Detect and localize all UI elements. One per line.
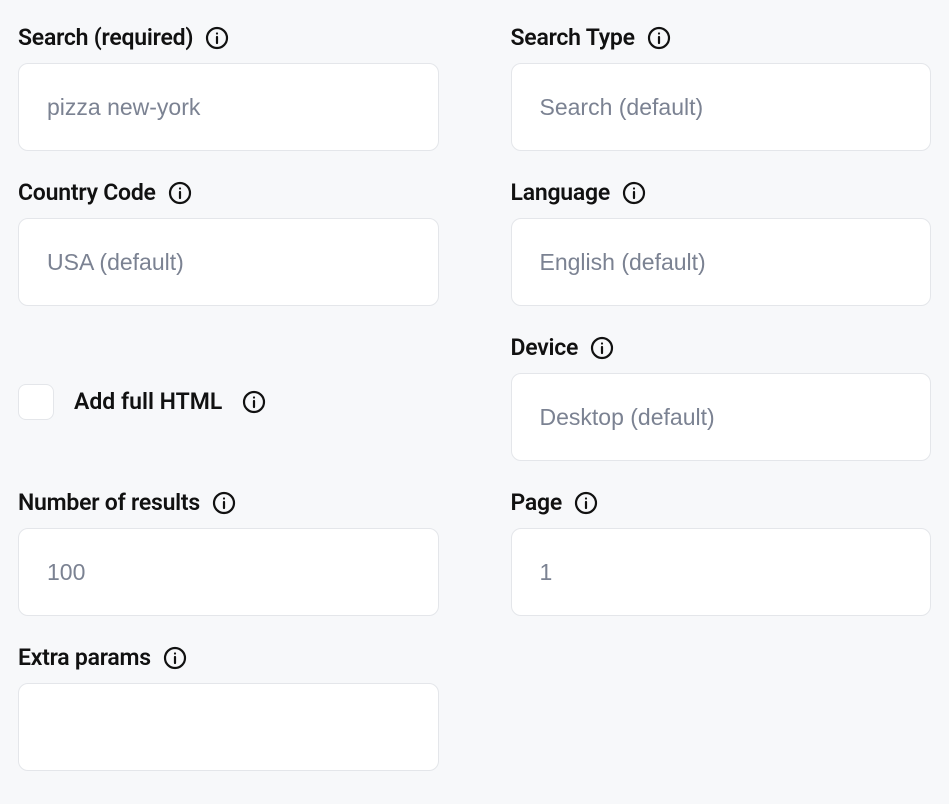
language-field: Language: [511, 179, 932, 306]
info-icon[interactable]: [205, 26, 229, 50]
device-field: Device: [511, 334, 932, 461]
country-code-field: Country Code: [18, 179, 439, 306]
info-icon[interactable]: [163, 646, 187, 670]
info-icon[interactable]: [574, 491, 598, 515]
num-results-input[interactable]: [18, 528, 439, 616]
page-label-row: Page: [511, 489, 932, 516]
info-icon[interactable]: [242, 390, 266, 414]
search-type-select[interactable]: [511, 63, 932, 151]
search-label-row: Search (required): [18, 24, 439, 51]
search-type-field: Search Type: [511, 24, 932, 151]
extra-params-label-row: Extra params: [18, 644, 439, 671]
num-results-label: Number of results: [18, 489, 200, 516]
device-select[interactable]: [511, 373, 932, 461]
country-code-label: Country Code: [18, 179, 156, 206]
page-field: Page: [511, 489, 932, 616]
info-icon[interactable]: [647, 26, 671, 50]
language-label-row: Language: [511, 179, 932, 206]
extra-params-field: Extra params: [18, 644, 439, 771]
page-input[interactable]: [511, 528, 932, 616]
country-code-select[interactable]: [18, 218, 439, 306]
extra-params-input[interactable]: [18, 683, 439, 771]
num-results-label-row: Number of results: [18, 489, 439, 516]
num-results-field: Number of results: [18, 489, 439, 616]
info-icon[interactable]: [622, 181, 646, 205]
search-type-label: Search Type: [511, 24, 635, 51]
language-label: Language: [511, 179, 611, 206]
device-label-row: Device: [511, 334, 932, 361]
add-full-html-label: Add full HTML: [74, 388, 222, 415]
country-code-label-row: Country Code: [18, 179, 439, 206]
page-label: Page: [511, 489, 563, 516]
info-icon[interactable]: [590, 336, 614, 360]
add-full-html-checkbox[interactable]: [18, 384, 54, 420]
search-field: Search (required): [18, 24, 439, 151]
info-icon[interactable]: [168, 181, 192, 205]
search-type-label-row: Search Type: [511, 24, 932, 51]
extra-params-label: Extra params: [18, 644, 151, 671]
info-icon[interactable]: [212, 491, 236, 515]
search-label: Search (required): [18, 24, 193, 51]
search-input[interactable]: [18, 63, 439, 151]
language-select[interactable]: [511, 218, 932, 306]
add-full-html-row: Add full HTML: [18, 342, 439, 461]
device-label: Device: [511, 334, 579, 361]
